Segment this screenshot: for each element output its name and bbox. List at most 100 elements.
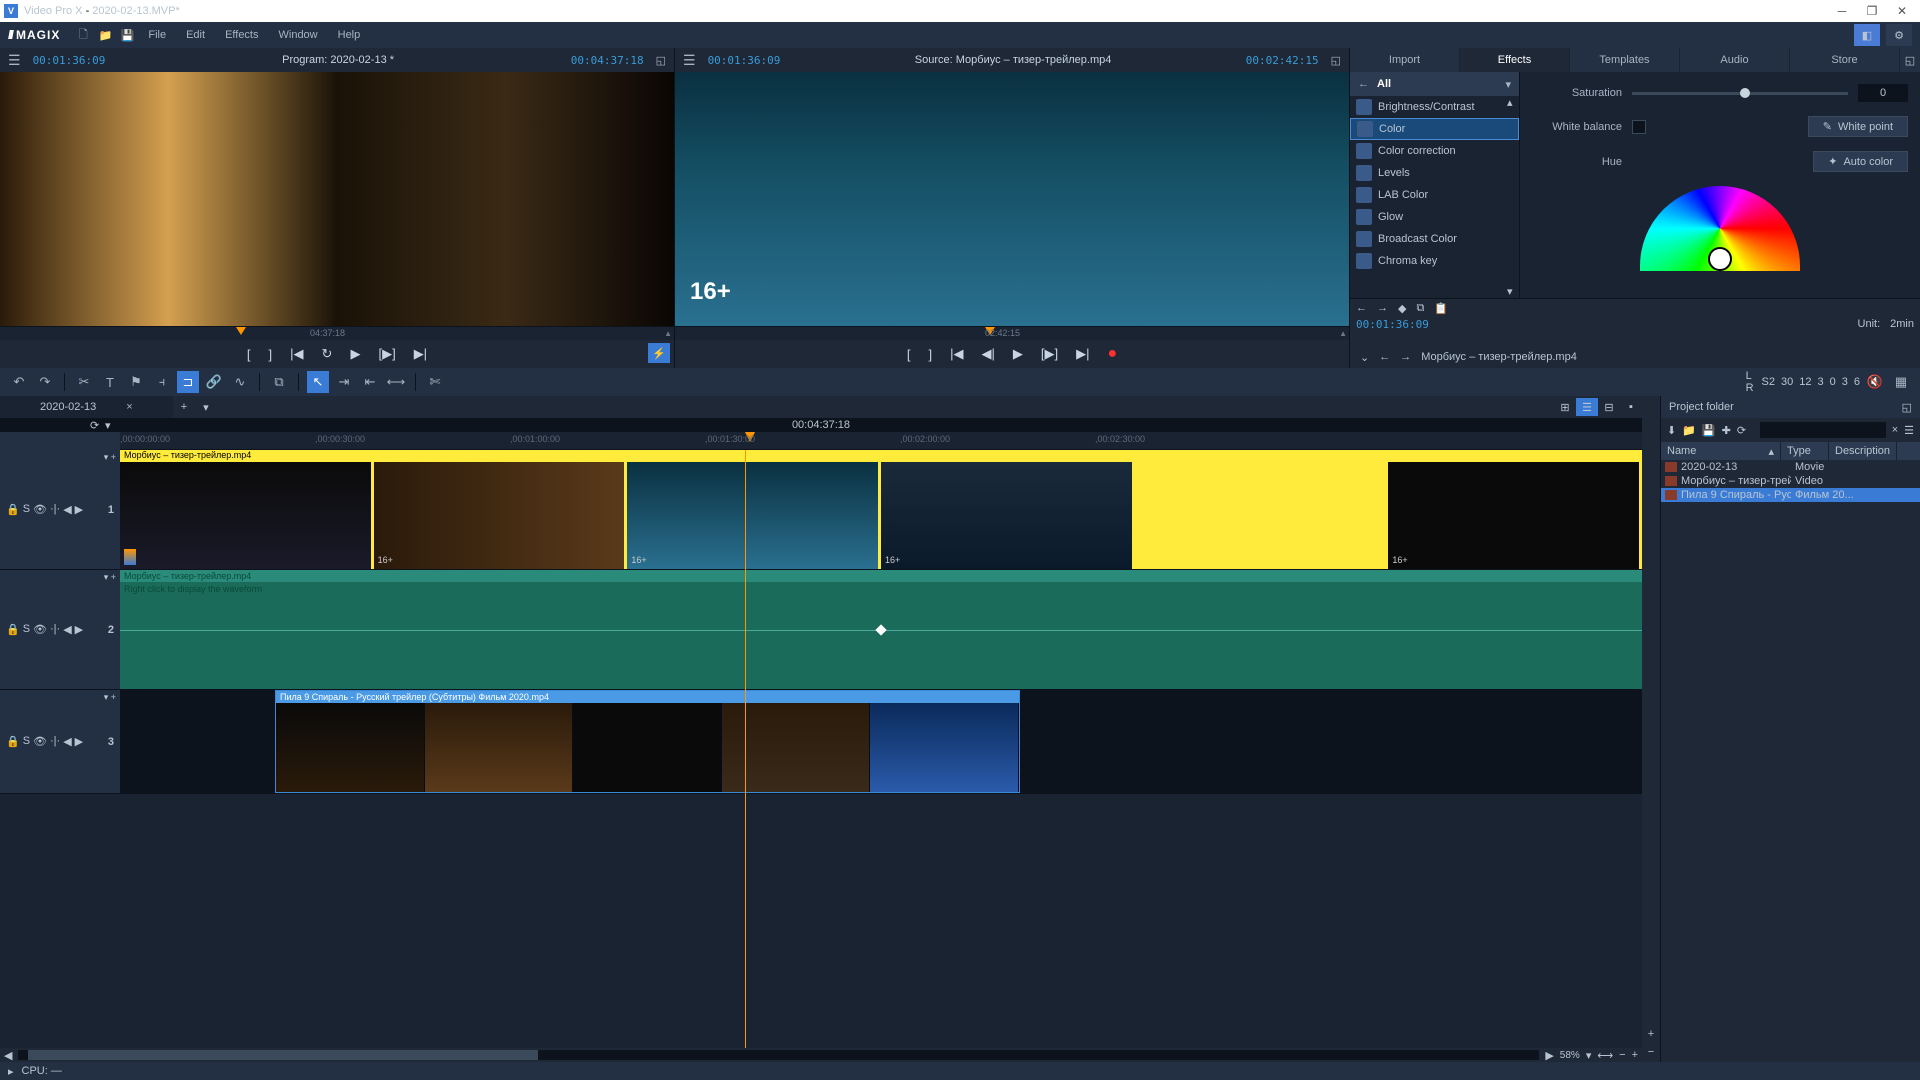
col-type[interactable]: Type	[1781, 442, 1829, 460]
timeline-overview[interactable]: ⟳ ▾ 00:04:37:18	[0, 418, 1642, 432]
scissors-tool[interactable]: ✄	[424, 371, 446, 393]
tab-import[interactable]: Import	[1350, 48, 1460, 72]
tab-effects[interactable]: Effects	[1460, 48, 1570, 72]
src-play-range-button[interactable]: [▶]	[1041, 346, 1058, 362]
project-item[interactable]: Морбиус – тизер-трейлер...Video	[1661, 474, 1920, 488]
loop-button[interactable]: ↻	[322, 346, 333, 362]
menu-window[interactable]: Window	[271, 25, 326, 45]
src-record-button[interactable]: ●	[1107, 345, 1117, 363]
close-button[interactable]: ✕	[1888, 2, 1916, 20]
src-step-back-button[interactable]: ◀|	[981, 346, 994, 362]
auto-color-button[interactable]: ✦Auto color	[1813, 151, 1908, 172]
effect-item-color[interactable]: Color	[1350, 118, 1519, 140]
project-item[interactable]: Пила 9 Спираль - Русский трейлер (Субтит…	[1661, 488, 1920, 502]
menu-file[interactable]: File	[140, 25, 174, 45]
maximize-button[interactable]: ❐	[1858, 2, 1886, 20]
source-timecode[interactable]: 00:01:36:09	[708, 54, 781, 67]
effect-item-glow[interactable]: Glow	[1350, 206, 1519, 228]
program-ruler[interactable]: 04:37:18 ▲	[0, 326, 674, 340]
color-wheel[interactable]	[1640, 186, 1800, 271]
crop-tool[interactable]: ⧉	[268, 371, 290, 393]
track-3-header[interactable]: ▾ + 🔒S👁·|·◀▶ 3	[0, 690, 120, 793]
source-popout-icon[interactable]: ◱	[1331, 54, 1341, 67]
saturation-value[interactable]: 0	[1858, 84, 1908, 102]
src-mark-in-button[interactable]: [	[907, 347, 911, 362]
src-goto-start-button[interactable]: |◀	[950, 346, 963, 362]
nav-back-icon[interactable]: ←	[1379, 351, 1390, 363]
et-unit[interactable]: 2min	[1890, 318, 1914, 330]
menu-help[interactable]: Help	[330, 25, 369, 45]
play-range-button[interactable]: [▶]	[378, 346, 395, 362]
source-ruler[interactable]: 02:42:15 ▲	[675, 326, 1349, 340]
source-video[interactable]: 16+	[675, 72, 1349, 326]
zoom-value[interactable]: 58%	[1560, 1050, 1580, 1061]
play-button[interactable]: ▶	[350, 346, 360, 362]
goto-end-button[interactable]: ▶|	[414, 346, 427, 362]
new-file-icon[interactable]: 🗋	[74, 26, 92, 44]
program-menu-icon[interactable]: ☰	[8, 52, 21, 69]
track-2-header[interactable]: ▾ + 🔒S👁·|·◀▶ 2	[0, 570, 120, 689]
scroll-down-icon[interactable]: ▾	[1507, 285, 1517, 298]
status-menu-icon[interactable]: ▸	[8, 1065, 14, 1078]
title-tool[interactable]: T	[99, 371, 121, 393]
nav-fwd-icon[interactable]: →	[1400, 351, 1411, 363]
project-popout-icon[interactable]: ◱	[1902, 401, 1912, 414]
curve-tool[interactable]: ∿	[229, 371, 251, 393]
add-tab-button[interactable]: +	[173, 401, 195, 413]
menu-effects[interactable]: Effects	[217, 25, 266, 45]
mute-icon[interactable]: 🔇	[1864, 371, 1886, 393]
pp-refresh-icon[interactable]: ⟳	[1737, 424, 1746, 437]
program-video[interactable]	[0, 72, 674, 326]
effects-popout-icon[interactable]: ◱	[1900, 48, 1920, 72]
marker-tool[interactable]: ⚑	[125, 371, 147, 393]
zoom-in-v-icon[interactable]: +	[1648, 1028, 1654, 1040]
effects-category-header[interactable]: ← All ▾	[1350, 72, 1519, 96]
pp-save-icon[interactable]: 💾	[1702, 424, 1716, 437]
goto-start-button[interactable]: |◀	[290, 346, 303, 362]
et-key-icon[interactable]: ◆	[1398, 302, 1406, 315]
scroll-left-icon[interactable]: ◀	[4, 1049, 12, 1062]
playhead-line[interactable]	[745, 450, 746, 1048]
effect-item-lab-color[interactable]: LAB Color	[1350, 184, 1519, 206]
back-icon[interactable]: ←	[1358, 78, 1369, 90]
tab-store[interactable]: Store	[1790, 48, 1900, 72]
col-description[interactable]: Description	[1829, 442, 1897, 460]
program-popout-icon[interactable]: ◱	[656, 54, 666, 67]
tab-audio[interactable]: Audio	[1680, 48, 1790, 72]
zoom-fit-icon[interactable]: ⟷	[1597, 1049, 1613, 1062]
mark-in-button[interactable]: [	[247, 347, 251, 362]
mark-out-button[interactable]: ]	[269, 347, 273, 362]
scroll-right-icon[interactable]: ▶	[1545, 1049, 1553, 1062]
et-timecode[interactable]: 00:01:36:09	[1356, 318, 1429, 331]
effect-item-brightness-contrast[interactable]: Brightness/Contrast	[1350, 96, 1519, 118]
src-mark-out-button[interactable]: ]	[928, 347, 932, 362]
view-compact-icon[interactable]: ▪	[1620, 398, 1642, 416]
effect-item-color-correction[interactable]: Color correction	[1350, 140, 1519, 162]
effect-item-levels[interactable]: Levels	[1350, 162, 1519, 184]
zoom-out-v-icon[interactable]: −	[1648, 1046, 1654, 1058]
ripple-tool[interactable]: ⇥	[333, 371, 355, 393]
mixer-icon[interactable]: ▦	[1890, 371, 1912, 393]
save-file-icon[interactable]: 💾	[118, 26, 136, 44]
undo-button[interactable]: ↶	[8, 371, 30, 393]
snap-tool[interactable]: ⊐	[177, 371, 199, 393]
pp-view-icon[interactable]: ☰	[1904, 424, 1914, 437]
pp-import-icon[interactable]: ⬇	[1667, 424, 1676, 437]
view-grid-icon[interactable]: ⊞	[1554, 398, 1576, 416]
track-3-clip[interactable]: Пила 9 Спираль - Русский трейлер (Субтит…	[275, 690, 1020, 793]
open-file-icon[interactable]: 📁	[96, 26, 114, 44]
timeline-tab[interactable]: 2020-02-13 ×	[0, 396, 173, 418]
slip-tool[interactable]: ⟷	[385, 371, 407, 393]
timeline-scrollbar[interactable]: ◀ ▶ 58% ▾ ⟷ − +	[0, 1048, 1642, 1062]
effect-item-chroma-key[interactable]: Chroma key	[1350, 250, 1519, 272]
link-tool[interactable]: 🔗	[203, 371, 225, 393]
col-name[interactable]: Name▴	[1661, 442, 1781, 460]
track-2-clip[interactable]: Морбиус – тизер-трейлер.mp4 Right click …	[120, 570, 1642, 689]
et-nav-back-icon[interactable]: ←	[1356, 302, 1367, 314]
zoom-menu-icon[interactable]: ▾	[1586, 1049, 1592, 1062]
pp-folder-icon[interactable]: 📁	[1682, 424, 1696, 437]
view-detail-icon[interactable]: ⊟	[1598, 398, 1620, 416]
zoom-in-h-icon[interactable]: +	[1632, 1049, 1638, 1061]
source-menu-icon[interactable]: ☰	[683, 52, 696, 69]
white-balance-checkbox[interactable]	[1632, 120, 1646, 134]
